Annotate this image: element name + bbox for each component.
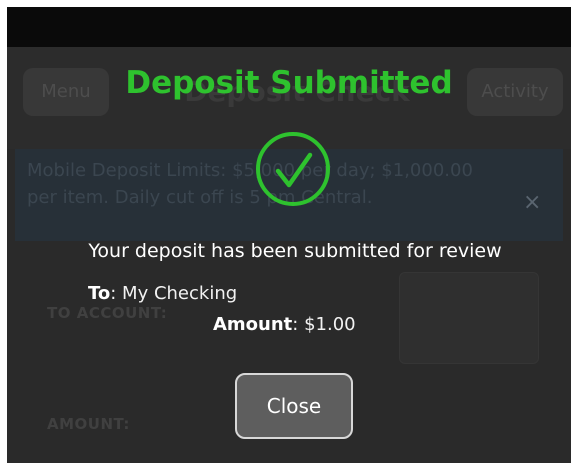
to-account-label: TO ACCOUNT: (47, 304, 168, 322)
amount-label: AMOUNT: (47, 415, 130, 433)
modal-title: Deposit Submitted (125, 65, 453, 101)
amount-value: : $1.00 (292, 314, 356, 335)
to-account-detail: To: My Checking (88, 283, 237, 304)
amount-detail-label: Amount (213, 314, 293, 335)
amount-detail: Amount: $1.00 (213, 314, 356, 335)
close-button[interactable]: Close (235, 373, 353, 439)
banner-close-icon: × (523, 190, 542, 215)
check-circle-icon (256, 132, 330, 206)
to-value: : My Checking (110, 283, 238, 304)
to-account-field (399, 272, 539, 364)
to-label: To (88, 283, 111, 304)
app-screen: Menu Deposit Check Activity Mobile Depos… (7, 7, 571, 463)
status-bar (7, 7, 571, 47)
submission-message: Your deposit has been submitted for revi… (88, 240, 502, 262)
